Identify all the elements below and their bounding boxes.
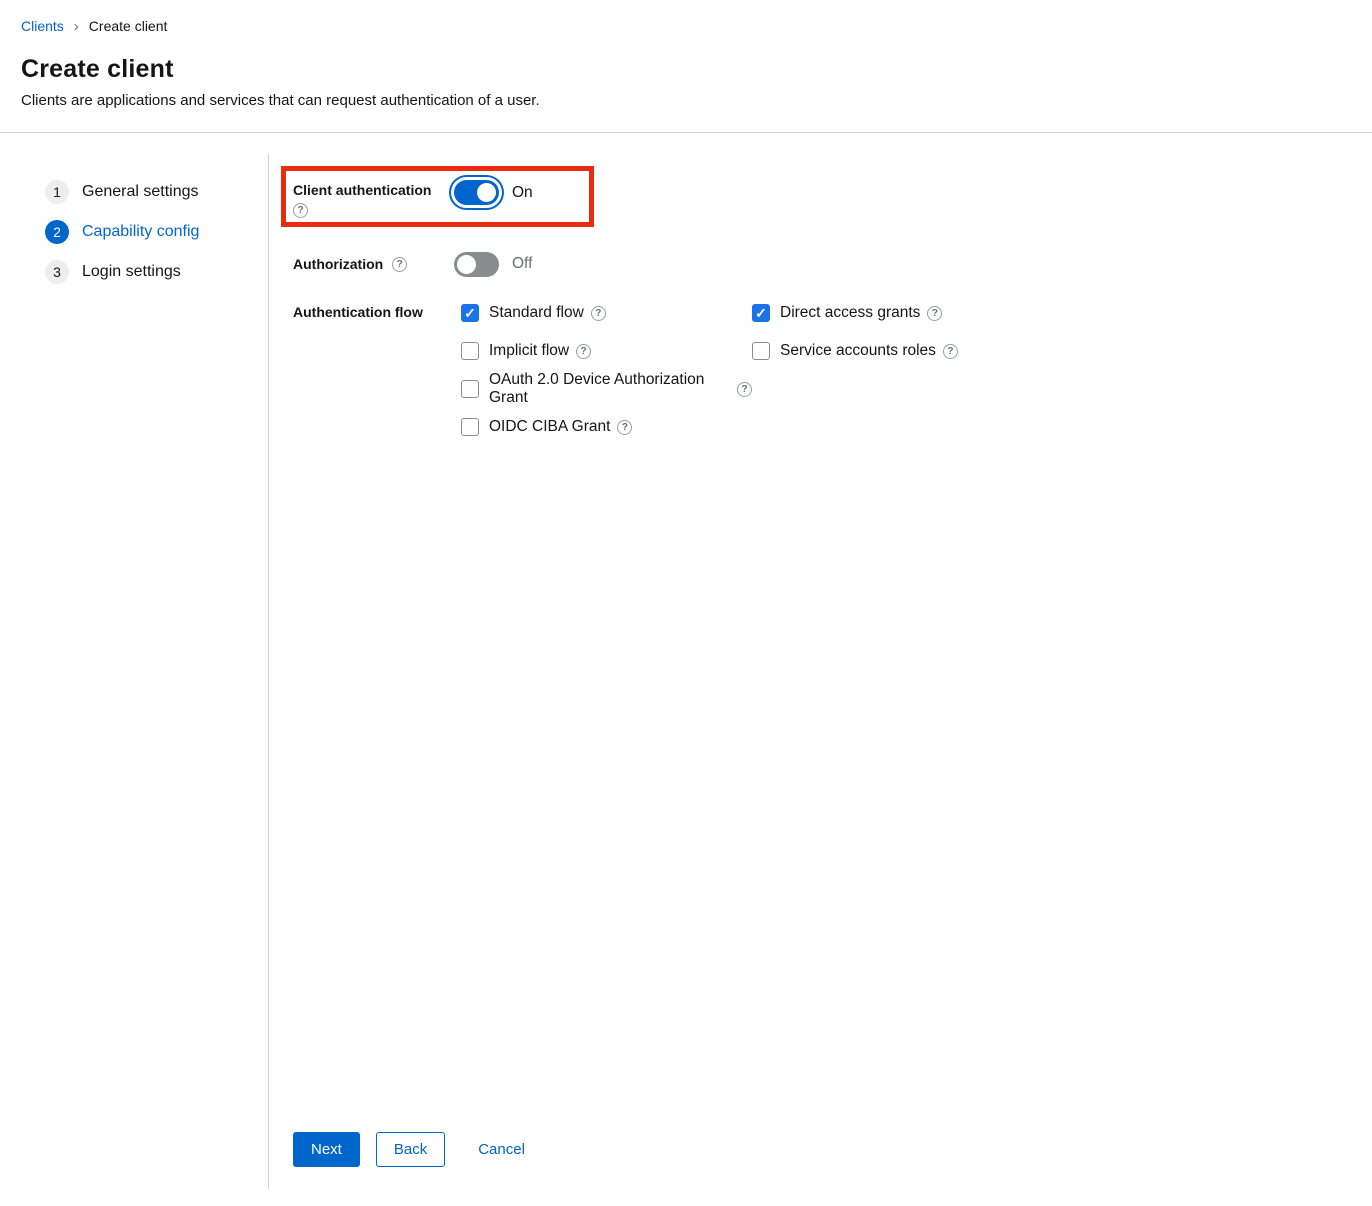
checkbox-standard-flow[interactable] <box>461 304 479 322</box>
step-number-badge: 1 <box>45 180 69 204</box>
help-icon[interactable]: ? <box>927 306 942 321</box>
checkbox-service-accounts-roles[interactable] <box>752 342 770 360</box>
highlight-annotation-box: Client authentication ? On <box>281 166 594 227</box>
wizard-step-capability-config[interactable]: 2 Capability config <box>45 220 268 244</box>
help-icon[interactable]: ? <box>591 306 606 321</box>
authorization-label-col: Authorization ? <box>293 256 454 272</box>
authorization-row: Authorization ? Off <box>293 251 1372 277</box>
client-authentication-toggle[interactable] <box>454 180 499 205</box>
help-icon[interactable]: ? <box>293 203 308 218</box>
checkbox-row-standard-flow: Standard flow ? <box>461 301 752 325</box>
wizard-footer: Next Back Cancel <box>293 1132 1372 1167</box>
main-area: 1 General settings 2 Capability config 3… <box>0 154 1372 1189</box>
help-icon[interactable]: ? <box>943 344 958 359</box>
page-subtitle: Clients are applications and services th… <box>21 92 1372 109</box>
wizard-step-login-settings[interactable]: 3 Login settings <box>45 260 268 284</box>
checkbox-label[interactable]: Implicit flow <box>489 342 569 360</box>
client-authentication-label-col: Client authentication ? <box>293 171 454 218</box>
checkbox-row-direct-access-grants: Direct access grants ? <box>752 301 958 325</box>
checkbox-oauth-device-authorization-grant[interactable] <box>461 380 479 398</box>
breadcrumb-link-clients[interactable]: Clients <box>21 18 64 34</box>
page-header: Clients › Create client Create client Cl… <box>0 0 1372 133</box>
checkbox-direct-access-grants[interactable] <box>752 304 770 322</box>
authentication-flow-label: Authentication flow <box>293 304 423 320</box>
checkbox-label[interactable]: Standard flow <box>489 304 584 322</box>
checkbox-implicit-flow[interactable] <box>461 342 479 360</box>
page-title: Create client <box>21 55 1372 84</box>
wizard-step-label: Capability config <box>82 223 199 241</box>
help-icon[interactable]: ? <box>737 382 752 397</box>
cancel-button[interactable]: Cancel <box>478 1133 525 1166</box>
checkbox-row-service-accounts-roles: Service accounts roles ? <box>752 339 958 363</box>
checkbox-label[interactable]: Direct access grants <box>780 304 920 322</box>
toggle-knob <box>457 255 476 274</box>
checkbox-label[interactable]: OAuth 2.0 Device Authorization Grant <box>489 371 730 407</box>
checkbox-row-implicit-flow: Implicit flow ? <box>461 339 752 363</box>
checkbox-row-oauth-device-authorization-grant: OAuth 2.0 Device Authorization Grant ? <box>461 377 752 401</box>
breadcrumb-separator-icon: › <box>74 19 79 34</box>
back-button[interactable]: Back <box>376 1132 445 1167</box>
authorization-state: Off <box>512 255 532 273</box>
help-icon[interactable]: ? <box>576 344 591 359</box>
help-icon[interactable]: ? <box>392 257 407 272</box>
toggle-knob <box>477 183 496 202</box>
help-icon[interactable]: ? <box>617 420 632 435</box>
checkbox-label[interactable]: Service accounts roles <box>780 342 936 360</box>
step-number-badge: 2 <box>45 220 69 244</box>
authentication-flow-label-col: Authentication flow <box>293 301 461 439</box>
breadcrumb: Clients › Create client <box>21 18 1372 34</box>
client-authentication-state: On <box>512 184 533 202</box>
checkbox-row-oidc-ciba-grant: OIDC CIBA Grant ? <box>461 415 752 439</box>
breadcrumb-current: Create client <box>89 18 168 34</box>
authentication-flow-row: Authentication flow Standard flow ? Dire… <box>293 301 1372 439</box>
wizard-nav: 1 General settings 2 Capability config 3… <box>0 154 269 1189</box>
checkbox-label[interactable]: OIDC CIBA Grant <box>489 418 610 436</box>
authorization-toggle[interactable] <box>454 252 499 277</box>
client-authentication-toggle-wrap: On <box>454 180 533 205</box>
wizard-step-general-settings[interactable]: 1 General settings <box>45 180 268 204</box>
wizard-step-label: General settings <box>82 183 199 201</box>
authorization-label: Authorization <box>293 256 383 272</box>
capability-config-form: Client authentication ? On Authorization… <box>269 154 1372 1189</box>
checkbox-oidc-ciba-grant[interactable] <box>461 418 479 436</box>
step-number-badge: 3 <box>45 260 69 284</box>
authentication-flow-options: Standard flow ? Direct access grants ? I… <box>461 301 958 439</box>
next-button[interactable]: Next <box>293 1132 360 1167</box>
client-authentication-label: Client authentication <box>293 182 454 198</box>
wizard-step-label: Login settings <box>82 263 181 281</box>
